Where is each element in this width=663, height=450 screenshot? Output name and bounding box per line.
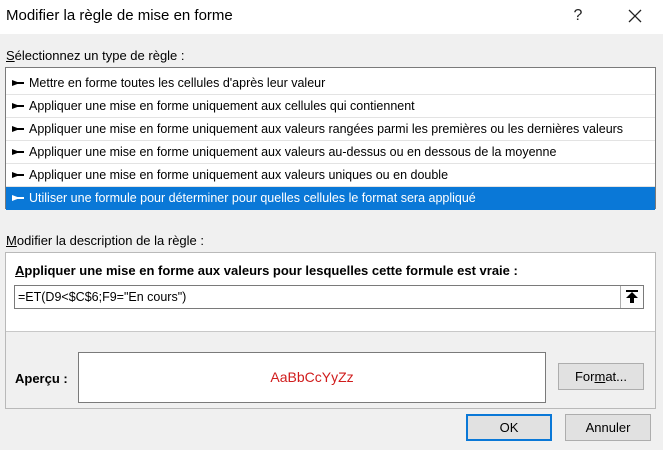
- description-panel: Appliquer une mise en forme aux valeurs …: [5, 252, 656, 409]
- rule-type-item-contains[interactable]: Appliquer une mise en forme uniquement a…: [6, 95, 655, 118]
- formula-section: Appliquer une mise en forme aux valeurs …: [6, 253, 655, 332]
- arrow-right-icon: [12, 126, 24, 132]
- format-button[interactable]: Format...: [558, 363, 644, 390]
- cancel-button[interactable]: Annuler: [565, 414, 651, 441]
- title-bar: Modifier la règle de mise en forme ?: [0, 0, 663, 34]
- description-label: Modifier la description de la règle :: [6, 233, 205, 248]
- rule-type-item-top-bottom[interactable]: Appliquer une mise en forme uniquement a…: [6, 118, 655, 141]
- rule-type-item-average[interactable]: Appliquer une mise en forme uniquement a…: [6, 141, 655, 164]
- close-button[interactable]: [620, 3, 650, 29]
- formula-input[interactable]: =ET(D9<$C$6;F9="En cours"): [14, 285, 644, 309]
- rule-type-item-label: Appliquer une mise en forme uniquement a…: [29, 168, 449, 182]
- rule-type-label: Sélectionnez un type de règle :: [6, 48, 185, 63]
- rule-type-item-unique-duplicate[interactable]: Appliquer une mise en forme uniquement a…: [6, 164, 655, 187]
- ok-button[interactable]: OK: [466, 414, 552, 441]
- rule-type-item-label: Utiliser une formule pour déterminer pou…: [29, 191, 476, 205]
- formula-heading: Appliquer une mise en forme aux valeurs …: [15, 263, 518, 278]
- preview-sample-text: AaBbCcYyZz: [270, 369, 354, 385]
- rule-type-list[interactable]: Mettre en forme toutes les cellules d'ap…: [5, 67, 656, 210]
- collapse-dialog-button[interactable]: [620, 286, 643, 308]
- rule-type-item-formula[interactable]: Utiliser une formule pour déterminer pou…: [6, 187, 655, 210]
- formula-value: =ET(D9<$C$6;F9="En cours"): [18, 290, 187, 304]
- arrow-right-icon: [12, 149, 24, 155]
- rule-type-item-label: Appliquer une mise en forme uniquement a…: [29, 145, 557, 159]
- arrow-right-icon: [12, 195, 24, 201]
- arrow-right-icon: [12, 103, 24, 109]
- arrow-right-icon: [12, 80, 24, 86]
- rule-type-item-label: Mettre en forme toutes les cellules d'ap…: [29, 76, 326, 90]
- help-button[interactable]: ?: [566, 3, 590, 29]
- preview-label: Aperçu :: [15, 371, 68, 386]
- preview-box: AaBbCcYyZz: [78, 352, 546, 403]
- close-icon: [628, 9, 642, 23]
- rule-type-item-label: Appliquer une mise en forme uniquement a…: [29, 99, 415, 113]
- upload-arrow-icon: [626, 290, 638, 303]
- rule-type-item-value[interactable]: Mettre en forme toutes les cellules d'ap…: [6, 72, 655, 95]
- rule-type-item-label: Appliquer une mise en forme uniquement a…: [29, 122, 624, 136]
- dialog-title: Modifier la règle de mise en forme: [6, 7, 233, 24]
- arrow-right-icon: [12, 172, 24, 178]
